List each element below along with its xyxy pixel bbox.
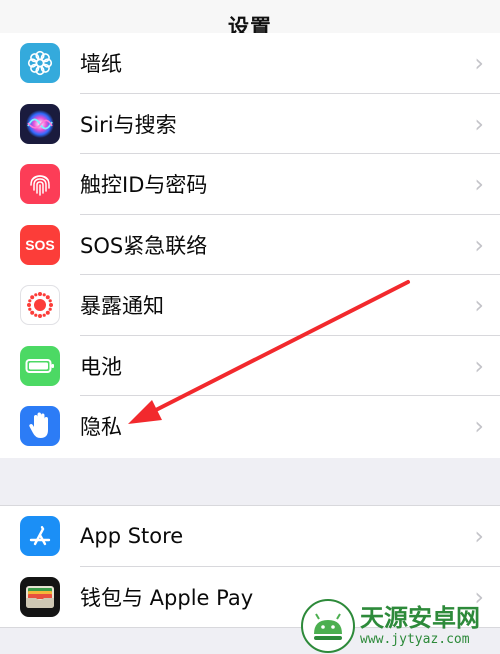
fingerprint-icon (20, 164, 60, 205)
settings-row-label: SOS紧急联络 (80, 233, 208, 258)
watermark-name: 天源安卓网 (360, 604, 480, 632)
sos-icon-text: SOS (25, 236, 55, 253)
settings-row-label: Siri与搜索 (80, 112, 177, 137)
wallet-icon (20, 576, 60, 617)
settings-row-sos[interactable]: SOS SOS紧急联络 › (0, 215, 500, 275)
settings-row-label: App Store (80, 524, 184, 549)
settings-row-app-store[interactable]: App Store › (0, 506, 500, 567)
settings-row-label: 墙纸 (80, 52, 122, 77)
settings-row-wallpaper[interactable]: 墙纸 › (0, 33, 500, 94)
settings-row-exposure[interactable]: 暴露通知 › (0, 275, 500, 336)
settings-row-label: 钱包与 Apple Pay (80, 585, 254, 610)
settings-row-label: 触控ID与密码 (80, 173, 208, 198)
sos-icon: SOS (20, 224, 60, 265)
settings-row-label: 暴露通知 (80, 294, 164, 319)
chevron-right-icon: › (474, 49, 484, 78)
exposure-notification-icon (20, 285, 60, 326)
watermark: 天源安卓网 www.jytyaz.com (300, 598, 500, 654)
settings-row-privacy[interactable]: 隐私 › (0, 396, 500, 457)
chevron-right-icon: › (474, 109, 484, 138)
siri-icon (20, 103, 60, 144)
settings-row-siri[interactable]: Siri与搜索 › (0, 94, 500, 154)
chevron-right-icon: › (474, 351, 484, 380)
settings-row-label: 隐私 (80, 415, 122, 440)
chevron-right-icon: › (474, 230, 484, 259)
chevron-right-icon: › (474, 412, 484, 441)
app-store-icon (20, 516, 60, 557)
settings-row-label: 电池 (80, 354, 122, 379)
settings-group-1: 墙纸 › Siri与搜索 › 触控ID与密码 › SOS SOS紧急联络 › 暴… (0, 33, 500, 458)
settings-row-battery[interactable]: 电池 › (0, 336, 500, 396)
wallpaper-flower-icon (20, 43, 60, 84)
battery-icon (20, 345, 60, 386)
watermark-url: www.jytyaz.com (360, 632, 470, 647)
chevron-right-icon: › (474, 170, 484, 199)
chevron-right-icon: › (474, 522, 484, 551)
privacy-hand-icon (20, 406, 60, 447)
watermark-android-logo (301, 599, 355, 653)
settings-row-touch-id[interactable]: 触控ID与密码 › (0, 154, 500, 215)
chevron-right-icon: › (474, 291, 484, 320)
